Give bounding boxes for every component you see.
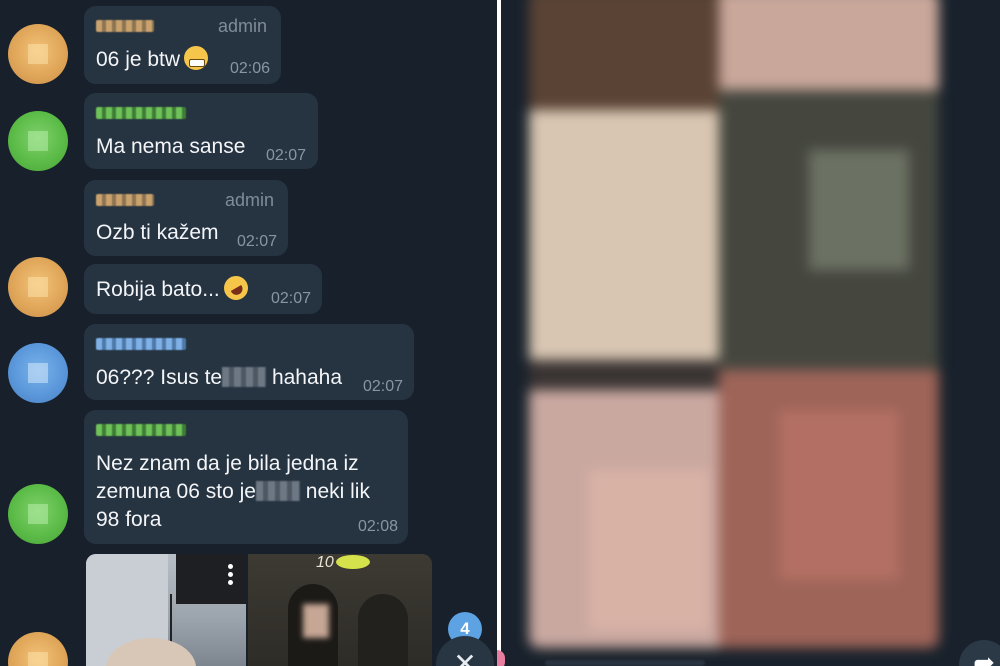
message-text-part: hahaha [271, 366, 343, 389]
avatar[interactable] [8, 484, 68, 544]
sender-name-censored [96, 107, 186, 119]
avatar[interactable] [8, 343, 68, 403]
forward-arrow-icon: ➦ [973, 647, 995, 666]
media-viewer-pane: ➦ [501, 0, 1000, 666]
message-text: 06??? Isus te hahaha [96, 364, 342, 392]
message-time: 02:07 [266, 147, 307, 164]
photo-thumbnail[interactable] [86, 554, 246, 666]
blurred-photo[interactable] [529, 0, 939, 648]
message-text: 06 je btw [96, 46, 209, 74]
message-time: 02:06 [230, 60, 271, 77]
message-bubble[interactable]: admin 06 je btw 02:06 [84, 6, 281, 84]
sender-name-censored [96, 194, 154, 206]
scroll-down-button[interactable]: ✕ [436, 636, 494, 666]
message-text-content: 06 je btw [96, 48, 181, 71]
caption-placeholder [545, 660, 705, 666]
message-bubble[interactable]: admin Ozb ti kažem 02:07 [84, 180, 288, 256]
admin-badge: admin [225, 190, 275, 210]
message-time: 02:08 [358, 518, 399, 535]
message-bubble[interactable]: Robija bato... 02:07 [84, 264, 322, 314]
message-bubble[interactable]: Nez znam da je bila jedna iz zemuna 06 s… [84, 410, 408, 544]
avatar[interactable] [8, 632, 68, 666]
sender-name-censored [96, 338, 186, 350]
message-text-line: Nez znam da je bila jedna iz [96, 452, 359, 475]
rolling-on-floor-laughing-emoji-icon [219, 271, 253, 305]
message-time: 02:07 [363, 378, 404, 395]
blurred-face [303, 604, 329, 638]
more-vertical-icon[interactable] [228, 564, 234, 588]
grimacing-face-emoji-icon [184, 46, 209, 70]
avatar[interactable] [8, 111, 68, 171]
message-text: Ma nema sanse [96, 135, 246, 158]
avatar[interactable] [8, 24, 68, 84]
message-text-part: 06??? Isus te [96, 366, 223, 389]
sender-name-censored [96, 20, 154, 32]
admin-badge: admin [218, 16, 268, 36]
sticker-logo: 10 [316, 554, 370, 572]
message-text-part: zemuna 06 sto je [96, 480, 256, 503]
message-text-part: neki lik [305, 480, 370, 503]
message-text: Ozb ti kažem [96, 221, 219, 244]
censored-word [255, 481, 300, 501]
message-bubble[interactable]: 06??? Isus te hahaha 02:07 [84, 324, 414, 400]
sender-name-censored [96, 424, 186, 436]
photo-thumbnail[interactable]: 10 [248, 554, 432, 666]
message-text-line: 98 fora [96, 508, 162, 531]
message-text-content: Robija bato... [96, 278, 220, 301]
chevron-down-icon: ✕ [453, 648, 477, 666]
message-time: 02:07 [271, 290, 312, 307]
chat-pane: admin 06 je btw 02:06 Ma nema sanse 02:0… [0, 0, 497, 666]
avatar[interactable] [8, 257, 68, 317]
censored-word [222, 367, 267, 387]
message-text-line: zemuna 06 sto je neki lik [96, 478, 370, 506]
forward-button[interactable]: ➦ [959, 640, 1000, 666]
message-text: Robija bato... [96, 271, 253, 305]
message-bubble[interactable]: Ma nema sanse 02:07 [84, 93, 318, 169]
message-time: 02:07 [237, 233, 278, 250]
